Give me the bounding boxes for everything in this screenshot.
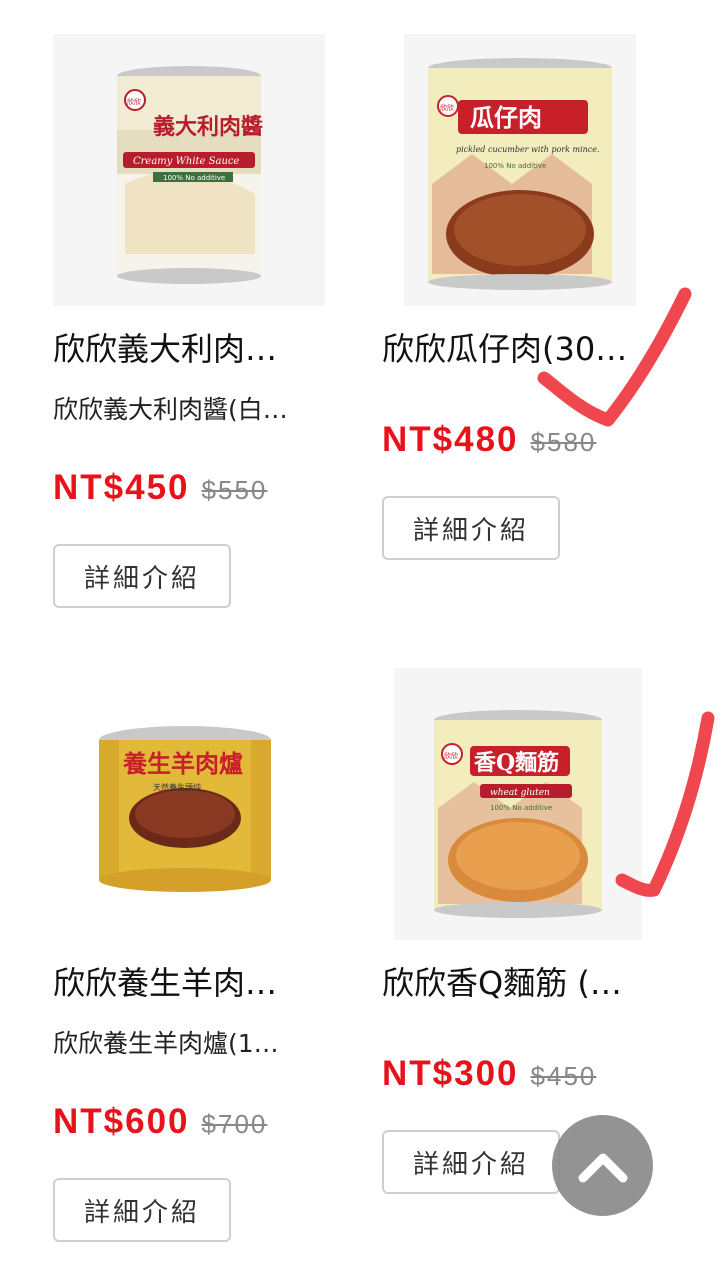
svg-text:欣欣: 欣欣: [440, 103, 454, 112]
can-image: 養生羊肉爐 天然養生頭炖: [53, 668, 325, 940]
check-mark-annotation: [537, 287, 692, 427]
svg-text:pickled cucumber with pork min: pickled cucumber with pork mince.: [456, 145, 600, 154]
can-image: 香Q麵筋 wheat gluten 100% No additive 欣欣: [394, 668, 642, 940]
svg-text:100% No additive: 100% No additive: [163, 174, 225, 182]
details-button[interactable]: 詳細介紹: [53, 544, 231, 608]
sale-price: NT$450: [53, 468, 190, 507]
original-price: $450: [530, 1061, 597, 1091]
sale-price: NT$600: [53, 1102, 190, 1141]
price-row: NT$300 $450: [382, 1054, 596, 1094]
can-image: 義大利肉醬 Creamy White Sauce 100% No additiv…: [53, 34, 325, 306]
sale-price: NT$480: [382, 420, 519, 459]
details-button[interactable]: 詳細介紹: [382, 1130, 560, 1194]
product-name[interactable]: 欣欣義大利肉…: [53, 324, 323, 370]
product-image[interactable]: 瓜仔肉 pickled cucumber with pork mince. 10…: [404, 34, 636, 306]
product-subtitle: 欣欣義大利肉醬(白…: [53, 395, 288, 424]
original-price: $700: [201, 1109, 268, 1139]
svg-text:香Q麵筋: 香Q麵筋: [474, 750, 559, 776]
product-name[interactable]: 欣欣香Q麵筋 (…: [382, 958, 652, 1004]
details-button[interactable]: 詳細介紹: [382, 496, 560, 560]
chevron-up-icon: [578, 1153, 627, 1182]
svg-text:欣欣: 欣欣: [127, 97, 141, 106]
product-subtitle: 欣欣養生羊肉爐(1…: [53, 1029, 279, 1058]
original-price: $550: [201, 475, 268, 505]
svg-text:wheat gluten: wheat gluten: [490, 788, 550, 798]
svg-text:天然養生頭炖: 天然養生頭炖: [153, 782, 201, 792]
price-row: NT$600 $700: [53, 1102, 267, 1142]
svg-text:Creamy White Sauce: Creamy White Sauce: [133, 156, 240, 167]
price-row: NT$450 $550: [53, 468, 267, 508]
svg-text:100% No additive: 100% No additive: [490, 804, 552, 812]
scroll-to-top-button[interactable]: [552, 1115, 653, 1216]
product-name[interactable]: 欣欣養生羊肉…: [53, 958, 323, 1004]
product-image[interactable]: 養生羊肉爐 天然養生頭炖: [53, 668, 325, 940]
svg-text:100% No additive: 100% No additive: [484, 162, 546, 170]
sale-price: NT$300: [382, 1054, 519, 1093]
svg-text:瓜仔肉: 瓜仔肉: [470, 103, 542, 132]
svg-text:義大利肉醬: 義大利肉醬: [153, 114, 263, 140]
can-image: 瓜仔肉 pickled cucumber with pork mince. 10…: [404, 34, 636, 306]
svg-text:欣欣: 欣欣: [444, 751, 458, 760]
svg-text:養生羊肉爐: 養生羊肉爐: [123, 749, 243, 778]
product-image[interactable]: 香Q麵筋 wheat gluten 100% No additive 欣欣: [394, 668, 642, 940]
details-button[interactable]: 詳細介紹: [53, 1178, 231, 1242]
product-image[interactable]: 義大利肉醬 Creamy White Sauce 100% No additiv…: [53, 34, 325, 306]
check-mark-annotation: [615, 711, 715, 897]
